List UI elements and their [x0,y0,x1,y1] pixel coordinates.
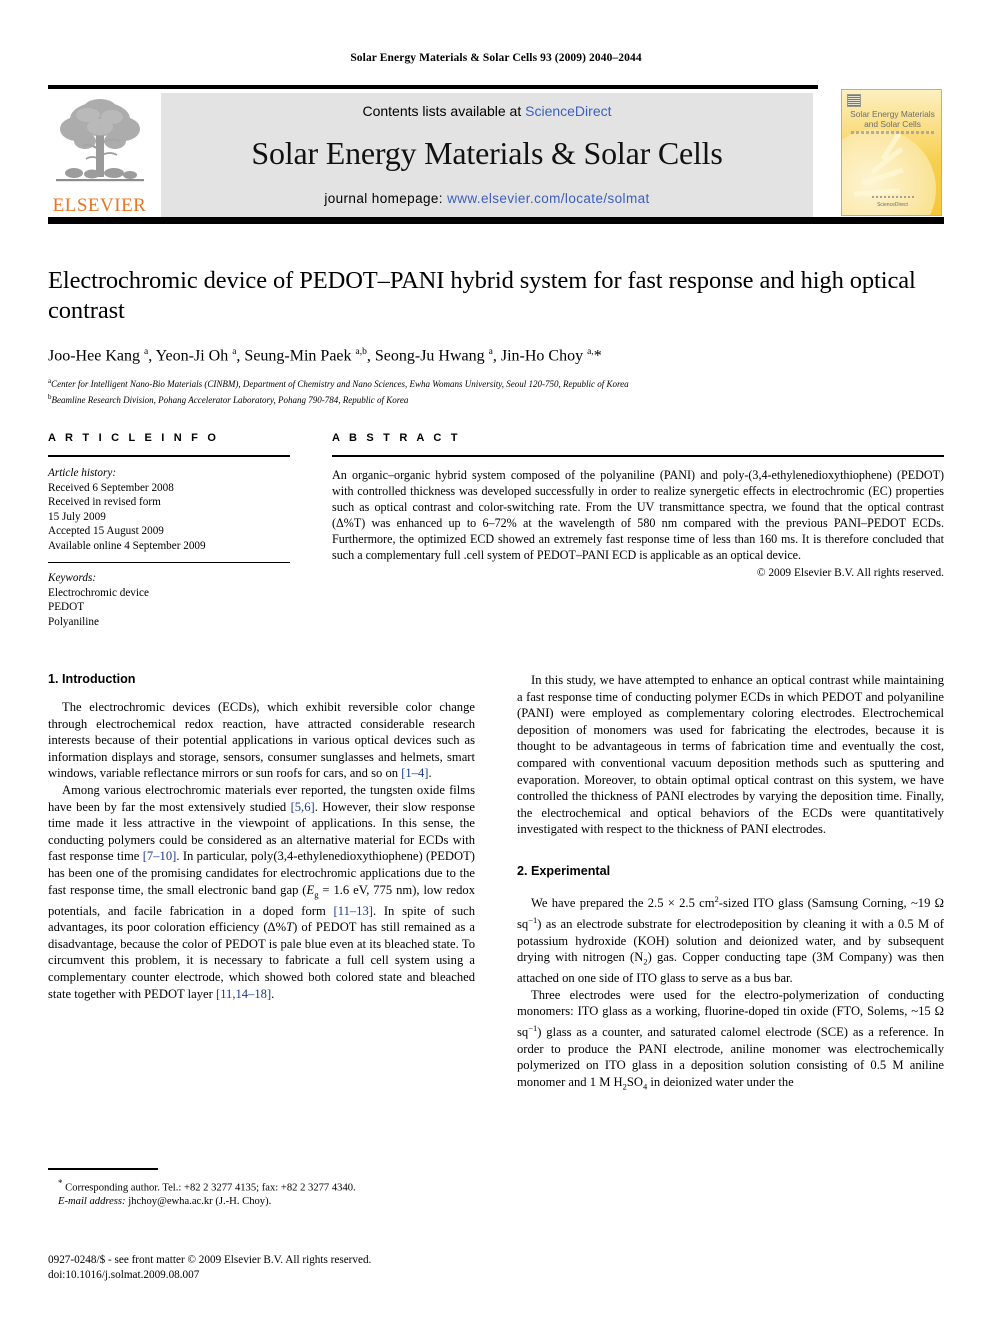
contents-available-line: Contents lists available at ScienceDirec… [161,103,813,119]
corresponding-author-footnote: * Corresponding author. Tel.: +82 2 3277… [48,1168,475,1209]
footnote-text: * Corresponding author. Tel.: +82 2 3277… [48,1176,475,1210]
cover-title: Solar Energy Materials and Solar Cells [842,109,941,129]
abstract-heading: A B S T R A C T [332,432,461,444]
running-head: Solar Energy Materials & Solar Cells 93 … [350,52,642,64]
affiliation-text: Beamline Research Division, Pohang Accel… [51,394,409,405]
email-label: E-mail address: [58,1196,126,1208]
journal-title: Solar Energy Materials & Solar Cells [251,135,723,171]
keyword-item: PEDOT [48,601,85,614]
paragraph: The electrochromic devices (ECDs), which… [48,700,475,781]
sciencedirect-link[interactable]: ScienceDirect [525,103,611,119]
homepage-prefix: journal homepage: [324,191,448,206]
body-column-left: 1. Introduction The electrochromic devic… [48,672,475,1002]
affiliation-list: aCenter for Intelligent Nano-Bio Materia… [48,375,944,406]
title-block: Electrochromic device of PEDOT–PANI hybr… [48,266,944,406]
journal-masthead: ELSEVIER Contents lists available at Sci… [48,85,944,224]
masthead-top-rule [48,85,818,89]
paragraph: In this study, we have attempted to enha… [517,673,944,837]
cover-title-line1: Solar Energy Materials [850,109,935,119]
elsevier-tree-icon [52,93,148,189]
cover-footer-text: ScienceDirect [877,202,908,208]
cover-publisher-icon [847,94,861,107]
history-item: Available online 4 September 2009 [48,539,206,552]
email-line: E-mail address: jhchoy@ewha.ac.kr (J.-H.… [58,1195,475,1209]
article-history: Article history: Received 6 September 20… [48,466,290,554]
paragraph: We have prepared the 2.5 × 2.5 cm2-sized… [517,893,944,986]
author-list: Joo-Hee Kang a, Yeon-Ji Oh a, Seung-Min … [48,347,602,365]
article-info-heading: A R T I C L E I N F O [48,432,220,444]
article-info-column: A R T I C L E I N F O Article history: R… [48,432,290,629]
masthead-bottom-rule [48,217,944,224]
paper-page: Solar Energy Materials & Solar Cells 93 … [0,0,992,1323]
section-heading-experimental: 2. Experimental [517,863,611,878]
contents-prefix: Contents lists available at [362,103,526,119]
corresponding-author-line: * Corresponding author. Tel.: +82 2 3277… [58,1177,356,1194]
imprint-block: 0927-0248/$ - see front matter © 2009 El… [48,1253,508,1282]
email-value[interactable]: jhchoy@ewha.ac.kr (J.-H. Choy). [128,1196,271,1207]
body-column-right: In this study, we have attempted to enha… [517,672,944,1095]
abstract-column: A B S T R A C T An organic–organic hybri… [332,432,944,579]
paragraph: Among various electrochromic materials e… [48,782,475,1001]
history-item: Accepted 15 August 2009 [48,525,164,538]
journal-homepage-line: journal homepage: www.elsevier.com/locat… [161,191,813,206]
imprint-doi: doi:10.1016/j.solmat.2009.08.007 [48,1268,200,1281]
cover-footer-rule [872,196,914,198]
keywords-rule [48,561,290,564]
cover-title-line2: and Solar Cells [864,119,921,129]
history-item: 15 July 2009 [48,510,106,523]
keyword-item: Polyaniline [48,615,99,628]
abstract-copyright: © 2009 Elsevier B.V. All rights reserved… [756,566,944,579]
article-info-rule [48,455,290,457]
cover-subtitle-rule [851,131,934,134]
masthead-band: Contents lists available at ScienceDirec… [161,93,813,217]
affiliation-text: Center for Intelligent Nano-Bio Material… [51,379,629,390]
imprint-front-matter: 0927-0248/$ - see front matter © 2009 El… [48,1254,372,1266]
section-heading-introduction: 1. Introduction [48,672,136,686]
journal-homepage-link[interactable]: www.elsevier.com/locate/solmat [447,191,650,206]
keywords-list: Keywords: Electrochromic device PEDOT Po… [48,571,290,629]
history-item: Received in revised form [48,496,161,509]
affiliation-a: aCenter for Intelligent Nano-Bio Materia… [48,375,944,391]
elsevier-wordmark: ELSEVIER [52,195,147,216]
keyword-item: Electrochromic device [48,586,149,599]
affiliation-b: bBeamline Research Division, Pohang Acce… [48,391,944,407]
paragraph: Three electrodes were used for the elect… [517,987,944,1092]
page-title: Electrochromic device of PEDOT–PANI hybr… [48,267,916,324]
abstract-rule [332,455,944,457]
journal-cover-thumbnail: Solar Energy Materials and Solar Cells S… [841,89,942,216]
footnote-rule [48,1168,158,1170]
elsevier-logo: ELSEVIER [48,91,151,217]
article-history-label: Article history: [48,467,117,479]
history-item: Received 6 September 2008 [48,481,174,494]
body-columns: 1. Introduction The electrochromic devic… [48,672,944,1192]
keywords-label: Keywords: [48,572,97,585]
abstract-body: An organic–organic hybrid system compose… [332,468,944,563]
